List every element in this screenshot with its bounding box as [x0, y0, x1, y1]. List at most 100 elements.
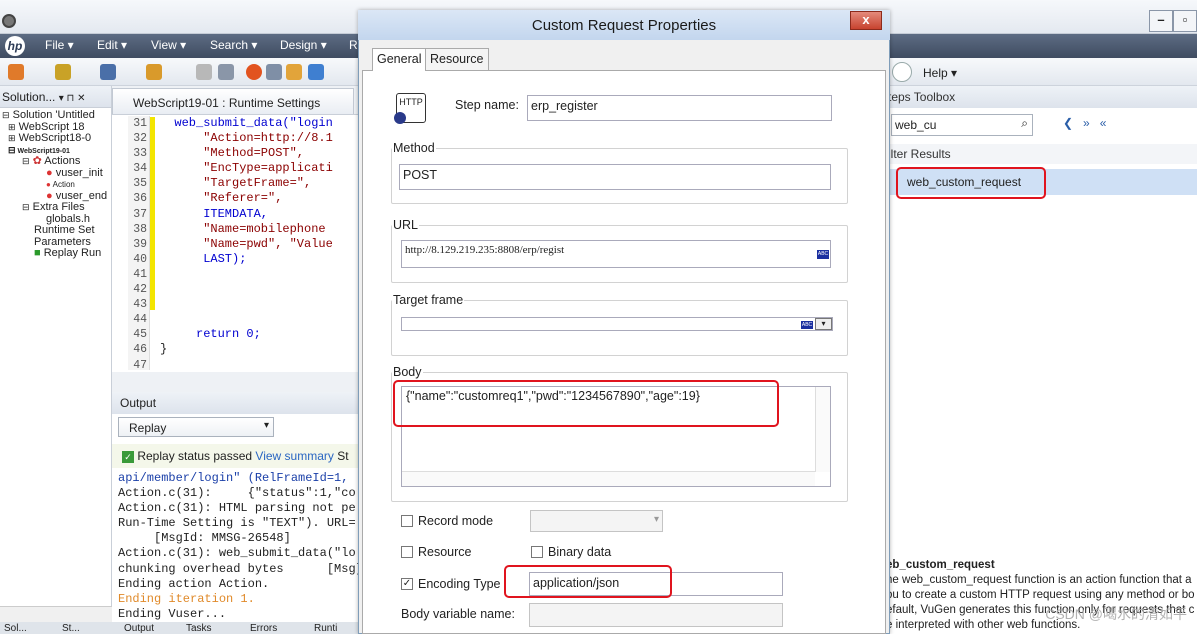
tab-resource[interactable]: Resource [425, 48, 489, 70]
body-horizontal-scrollbar[interactable] [402, 471, 815, 486]
tree-solution[interactable]: ⊟ Solution 'Untitled [0, 110, 111, 122]
log-line: Action.c(31): {"status":1,"co [118, 486, 356, 501]
body-vertical-scrollbar[interactable] [815, 387, 830, 472]
binary-data-checkbox[interactable] [531, 546, 543, 558]
tree-webscript19[interactable]: ⊟ WebScript19-01 [0, 145, 111, 157]
code-line[interactable]: "TargetFrame=", [160, 176, 356, 191]
code-line[interactable]: LAST); [160, 252, 356, 267]
toolbox-header: teps Toolbox [886, 86, 1197, 108]
open-icon[interactable] [55, 64, 71, 80]
menu-help[interactable]: Help ▾ [923, 66, 957, 80]
code-line[interactable] [160, 297, 356, 312]
tab-steps[interactable]: St... [62, 623, 80, 634]
line-number: 31 [133, 117, 147, 130]
tree-action[interactable]: ● Action [0, 179, 111, 191]
editor-tab[interactable]: WebScript19-01 : Runtime Settings [112, 88, 354, 114]
resource-checkbox[interactable] [401, 546, 413, 558]
menu-edit[interactable]: Edit ▾ [97, 38, 127, 52]
record-mode-checkbox[interactable] [401, 515, 413, 527]
log-line: Ending Vuser... [118, 606, 227, 621]
log-line: api/member/login" (RelFrameId=1, [118, 471, 349, 485]
menu-search[interactable]: Search ▾ [210, 38, 257, 52]
code-line[interactable]: web_submit_data("login [160, 116, 356, 131]
code-line[interactable]: "Action=http://8.1 [160, 131, 356, 146]
code-line[interactable]: ITEMDATA, [160, 207, 356, 222]
menu-design[interactable]: Design ▾ [280, 38, 327, 52]
tree-vuser-init[interactable]: ● vuser_init [0, 168, 111, 180]
tree-extra-files[interactable]: ⊟ Extra Files [0, 202, 111, 214]
method-input[interactable]: POST [399, 164, 831, 190]
dialog-title: Custom Request Properties [358, 10, 890, 40]
minimize-button[interactable]: – [1149, 10, 1173, 32]
undo-icon[interactable] [146, 64, 162, 80]
code-line[interactable] [160, 312, 356, 327]
line-number: 45 [133, 328, 147, 342]
cut-icon[interactable] [196, 64, 212, 80]
tab-solution[interactable]: Sol... [4, 623, 27, 634]
tree-runtime[interactable]: Runtime Set [0, 225, 111, 237]
tree-vuser-end[interactable]: ● vuser_end [0, 191, 111, 203]
hp-logo-icon: hp [5, 36, 25, 56]
encoding-type-label: Encoding Type [418, 577, 501, 591]
runtime-settings-icon[interactable] [218, 64, 234, 80]
tree-replay-run[interactable]: ■ Replay Run [0, 248, 111, 260]
tree-webscript18b[interactable]: ⊞ WebScript18-0 [0, 133, 111, 145]
replay-status-bar: ✓ Replay status passed View summary St [112, 444, 358, 468]
run-icon[interactable] [308, 64, 324, 80]
new-script-icon[interactable] [8, 64, 24, 80]
line-number: 44 [133, 313, 147, 327]
log-line: Action.c(31): web_submit_data("lo [118, 546, 356, 561]
horizontal-scrollbar[interactable] [0, 606, 112, 622]
code-line[interactable]: "EncType=applicati [160, 161, 356, 176]
compile-icon[interactable] [266, 64, 282, 80]
tab-general[interactable]: General [372, 48, 427, 71]
restore-button[interactable]: ▫ [1173, 10, 1197, 32]
code-line[interactable] [160, 267, 356, 282]
tab-output[interactable]: Output [124, 623, 154, 634]
save-icon[interactable] [100, 64, 116, 80]
abc-icon[interactable]: ABC [817, 250, 829, 259]
tab-runtime[interactable]: Runti [314, 623, 337, 634]
record-icon[interactable] [246, 64, 262, 80]
code-line[interactable]: "Name=mobilephone [160, 222, 356, 237]
tab-tasks[interactable]: Tasks [186, 623, 212, 634]
encoding-type-checkbox[interactable]: ✓ [401, 578, 413, 590]
tree-webscript18a[interactable]: ⊞ WebScript 18 [0, 122, 111, 134]
view-summary-link[interactable]: View summary [255, 449, 333, 463]
record-mode-select[interactable]: ▾ [530, 510, 663, 532]
tree-parameters[interactable]: Parameters [0, 237, 111, 249]
code-line[interactable]: } [160, 342, 356, 357]
abc-icon[interactable]: ABC [801, 321, 813, 329]
code-line[interactable]: "Name=pwd", "Value [160, 237, 356, 252]
code-line[interactable]: "Referer=", [160, 191, 356, 206]
log-line: [MsgId: MMSG-26548] [118, 531, 291, 546]
result-web-custom-request[interactable]: web_custom_request [907, 175, 1021, 189]
chevron-down-icon: ▾ [263, 420, 269, 431]
url-label: URL [392, 218, 420, 232]
code-line[interactable]: "Method=POST", [160, 146, 356, 161]
search-icon[interactable] [892, 62, 912, 82]
dialog-close-button[interactable]: x [850, 11, 882, 30]
target-frame-input[interactable] [401, 317, 833, 331]
url-input[interactable]: http://8.129.219.235:8808/erp/regist [401, 240, 831, 268]
method-label: Method [392, 141, 436, 155]
solution-header: Solution... ▾ ⊓ ✕ [0, 86, 111, 108]
tab-errors[interactable]: Errors [250, 623, 277, 634]
resource-label: Resource [418, 545, 472, 559]
output-source-select[interactable]: Replay ▾ [118, 417, 274, 437]
menu-view[interactable]: View ▾ [151, 38, 186, 52]
code-text[interactable]: web_submit_data("login "Action=http://8.1… [160, 116, 356, 370]
code-line[interactable]: return 0; [160, 327, 356, 342]
replay-icon[interactable] [286, 64, 302, 80]
menu-file[interactable]: File ▾ [45, 38, 74, 52]
target-frame-dropdown[interactable]: ▾ [815, 318, 832, 330]
tree-globals[interactable]: globals.h [0, 214, 111, 226]
code-line[interactable] [160, 282, 356, 297]
tree-actions[interactable]: ⊟ ✿ Actions [0, 156, 111, 168]
body-variable-input[interactable] [529, 603, 783, 627]
step-name-input[interactable]: erp_register [527, 95, 832, 121]
toolbox-search-input[interactable]: web_cu ⌕ [891, 114, 1033, 136]
menu-r[interactable]: R [349, 38, 358, 52]
code-line[interactable] [160, 358, 356, 371]
toolbox-nav-icons[interactable]: ❮ » « [1063, 116, 1106, 130]
